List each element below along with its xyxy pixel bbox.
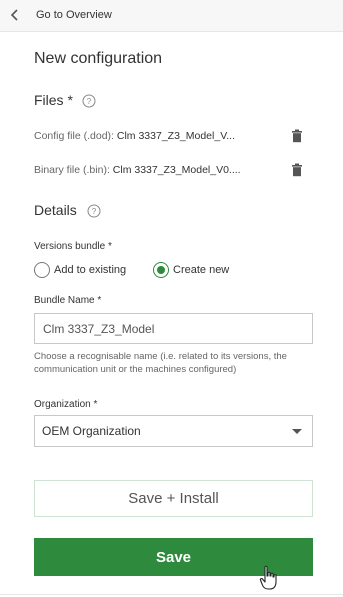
svg-text:?: ? [87,97,92,106]
bottom-divider [0,594,343,595]
svg-text:?: ? [92,207,97,216]
config-file-label: Config file (.dod): [34,130,114,142]
question-circle-icon: ? [87,204,101,218]
radio-button [153,262,169,278]
config-file-name: Clm 3337_Z3_Model_V... [116,130,235,142]
radio-button [34,262,50,278]
radio-selected-dot [157,266,165,274]
radio-create-new[interactable]: Create new [153,262,229,278]
files-section-title: Files * [34,92,73,108]
top-bar: Go to Overview [0,0,343,32]
save-install-button[interactable]: Save + Install [34,480,313,517]
radio-label: Create new [173,264,230,276]
config-file-row: Config file (.dod): Clm 3337_Z3_Model_V.… [34,130,235,142]
hand-pointer-icon [259,565,277,590]
go-to-overview-link[interactable]: Go to Overview [36,9,112,21]
details-help-icon[interactable]: ? [87,204,101,218]
organization-label: Organization * [34,399,98,410]
organization-select[interactable]: OEM Organization [34,415,313,447]
files-help-icon[interactable]: ? [82,94,96,108]
caret-down-icon [292,429,302,434]
binary-file-name: Clm 3337_Z3_Model_V0.... [112,164,241,176]
question-circle-icon: ? [82,94,96,108]
organization-selected-value: OEM Organization [42,424,141,438]
bundle-name-label: Bundle Name * [34,295,102,306]
details-section-title: Details [34,202,77,218]
back-button[interactable] [4,4,26,26]
bundle-name-hint: Choose a recognisable name (i.e. related… [34,351,287,375]
radio-add-to-existing[interactable]: Add to existing [34,262,126,278]
page-title: New configuration [34,50,163,67]
delete-binary-file-button[interactable] [291,163,303,177]
binary-file-row: Binary file (.bin): Clm 3337_Z3_Model_V0… [34,164,241,176]
delete-config-file-button[interactable] [291,129,303,143]
trash-icon [292,129,302,143]
versions-bundle-label: Versions bundle * [34,241,112,252]
binary-file-label: Binary file (.bin): [34,164,110,176]
trash-icon [292,163,302,177]
radio-label: Add to existing [54,264,127,276]
bundle-name-input[interactable] [34,313,313,344]
chevron-left-icon [10,9,18,21]
